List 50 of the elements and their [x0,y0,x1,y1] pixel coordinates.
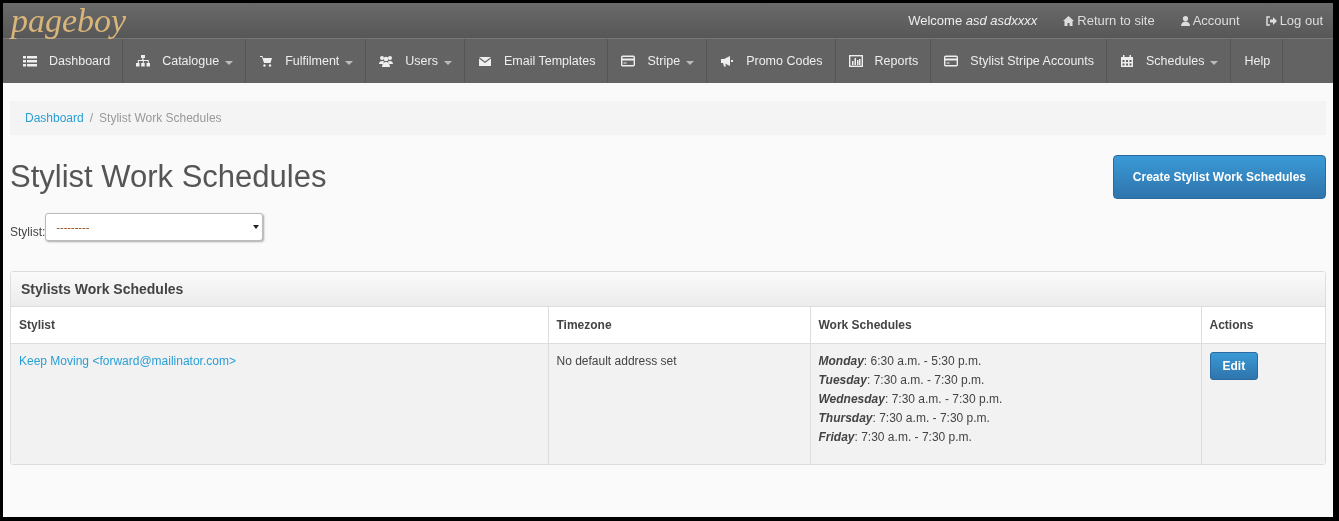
column-header: Actions [1201,307,1325,344]
column-header: Timezone [548,307,810,344]
calendar-icon [1120,55,1135,67]
user-icon [1180,15,1190,26]
schedule-line: Monday: 6:30 a.m. - 5:30 p.m. [818,354,983,368]
nav-item[interactable]: Schedules [1107,39,1232,83]
breadcrumb-item[interactable]: Dashboard [25,111,84,125]
edit-button[interactable]: Edit [1209,352,1259,380]
nav-item[interactable]: Promo Codes [707,39,836,83]
credit-card-icon [621,55,636,67]
nav-item[interactable]: Dashboard [10,39,124,83]
bar-chart-icon [848,55,863,67]
schedule-line: Wednesday: 7:30 a.m. - 7:30 p.m. [818,392,1004,406]
column-header: Stylist [11,307,548,344]
column-header: Work Schedules [810,307,1201,344]
timezone-text: No default address set [556,354,677,368]
megaphone-icon [720,55,735,67]
list-icon [23,55,37,67]
cart-icon [259,55,274,67]
nav-item[interactable]: Users [366,39,465,83]
schedule-line: Thursday: 7:30 a.m. - 7:30 p.m. [818,411,991,425]
credit-card-icon [944,55,959,67]
top-link[interactable]: Log out [1265,13,1323,28]
brand-logo[interactable]: pageboy [11,3,127,38]
users-icon [379,55,394,67]
top-link[interactable]: Return to site [1063,13,1155,28]
home-icon [1063,15,1075,26]
stylist-link[interactable]: Keep Moving <forward@mailinator.com> [19,354,236,368]
nav-item[interactable]: Fulfilment [246,39,367,83]
breadcrumb-item[interactable]: Stylist Work Schedules [99,111,222,125]
nav-item[interactable]: Stripe [608,39,708,83]
welcome-text: Welcome asd asdxxxx [908,13,1038,28]
envelope-icon [478,55,492,67]
nav-item[interactable]: Catalogue [123,39,247,83]
nav-item[interactable]: Email Templates [465,39,609,83]
breadcrumb-separator: / [89,111,94,125]
filter-label: Stylist: [10,225,46,239]
panel-title: Stylists Work Schedules [21,281,184,297]
create-button[interactable]: Create Stylist Work Schedules [1112,155,1326,199]
schedule-line: Friday: 7:30 a.m. - 7:30 p.m. [818,430,973,444]
nav-item[interactable]: Reports [835,39,932,83]
top-link[interactable]: Account [1180,13,1240,28]
nav-item[interactable]: Help [1231,39,1284,83]
caret-icon [253,225,260,229]
nav-item[interactable]: Stylist Stripe Accounts [931,39,1108,83]
sign-out-icon [1265,15,1277,26]
schedule-line: Tuesday: 7:30 a.m. - 7:30 p.m. [818,373,986,387]
stylist-select[interactable]: --------- [45,213,264,241]
sitemap-icon [136,55,151,67]
page-title: Stylist Work Schedules [10,159,327,195]
